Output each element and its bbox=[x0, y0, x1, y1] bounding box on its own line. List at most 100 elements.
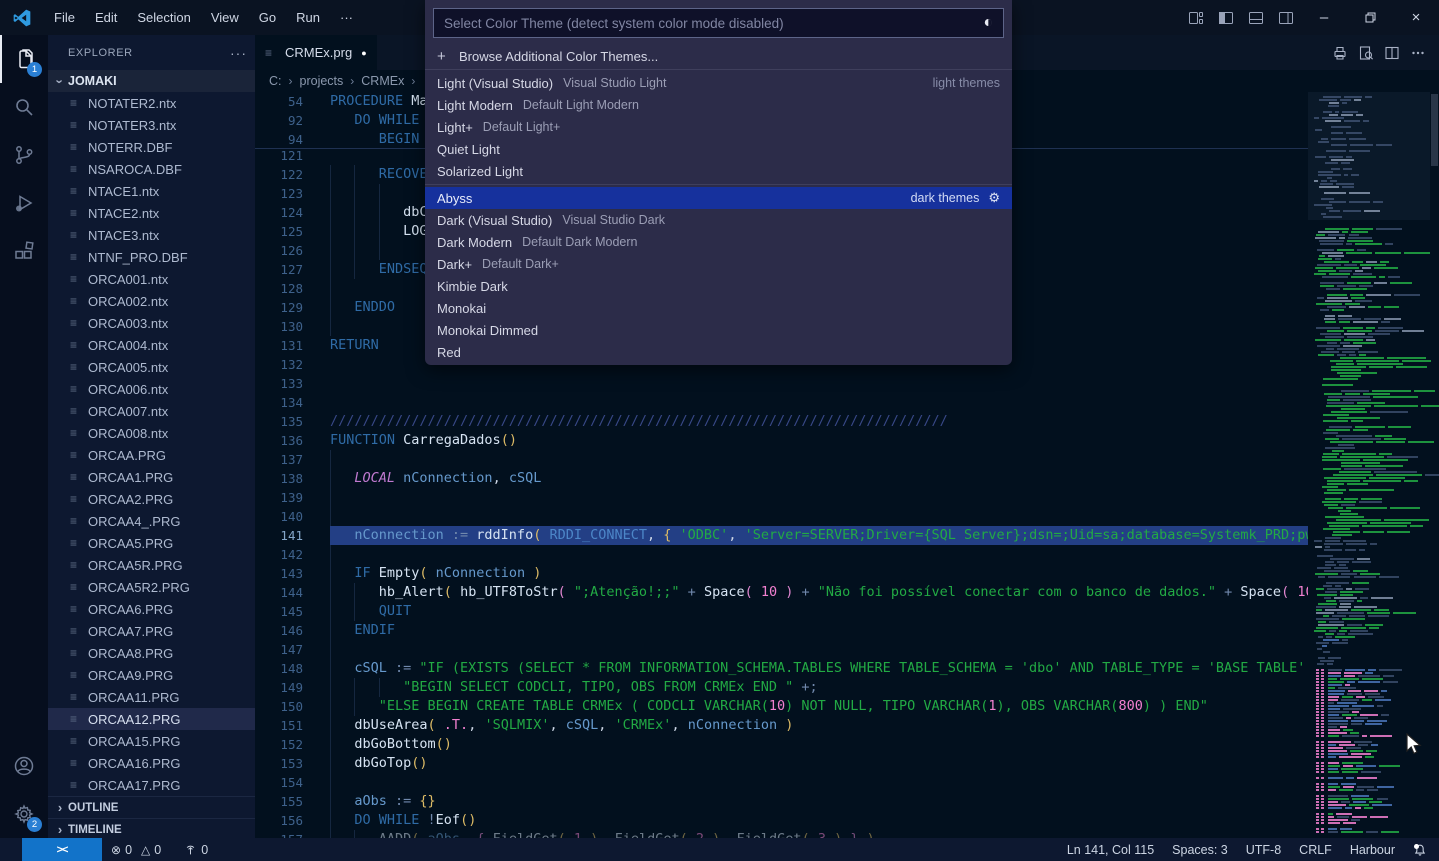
theme-item-red[interactable]: Red bbox=[425, 341, 1012, 363]
file-item-orca004.ntx[interactable]: ≡ORCA004.ntx bbox=[48, 334, 255, 356]
code-line-156[interactable]: 156DO WHILE !Eof() bbox=[255, 811, 1308, 830]
file-item-orcaa17.prg[interactable]: ≡ORCAA17.PRG bbox=[48, 774, 255, 796]
ports-indicator[interactable]: 0 bbox=[184, 843, 208, 857]
file-item-orca003.ntx[interactable]: ≡ORCA003.ntx bbox=[48, 312, 255, 334]
customize-layout-icon[interactable] bbox=[1181, 5, 1211, 31]
file-item-noterr.dbf[interactable]: ≡NOTERR.DBF bbox=[48, 136, 255, 158]
activitybar-search[interactable] bbox=[0, 83, 48, 131]
menu-view[interactable]: View bbox=[201, 0, 249, 35]
code-line-155[interactable]: 155aObs := {} bbox=[255, 792, 1308, 811]
cursor-position[interactable]: Ln 141, Col 115 bbox=[1067, 843, 1154, 857]
file-item-orca001.ntx[interactable]: ≡ORCA001.ntx bbox=[48, 268, 255, 290]
theme-item-monokai-dimmed[interactable]: Monokai Dimmed bbox=[425, 319, 1012, 341]
notifications-bell[interactable] bbox=[1413, 843, 1427, 857]
file-item-nsaroca.dbf[interactable]: ≡NSAROCA.DBF bbox=[48, 158, 255, 180]
editor-scrollbar[interactable] bbox=[1430, 92, 1439, 838]
file-item-orcaa9.prg[interactable]: ≡ORCAA9.PRG bbox=[48, 664, 255, 686]
theme-item-light-modern[interactable]: Light ModernDefault Light Modern bbox=[425, 94, 1012, 116]
toggle-sidebar-icon[interactable] bbox=[1211, 5, 1241, 31]
toggle-secondary-sidebar-icon[interactable] bbox=[1271, 5, 1301, 31]
minimize-button[interactable]: – bbox=[1301, 0, 1347, 35]
file-item-ntace3.ntx[interactable]: ≡NTACE3.ntx bbox=[48, 224, 255, 246]
code-line-143[interactable]: 143IF Empty( nConnection ) bbox=[255, 564, 1308, 583]
search-editor-icon[interactable] bbox=[1353, 40, 1379, 66]
file-item-orca008.ntx[interactable]: ≡ORCA008.ntx bbox=[48, 422, 255, 444]
file-item-orcaa.prg[interactable]: ≡ORCAA.PRG bbox=[48, 444, 255, 466]
activitybar-explorer[interactable]: 1 bbox=[0, 35, 48, 83]
file-item-orcaa5r.prg[interactable]: ≡ORCAA5R.PRG bbox=[48, 554, 255, 576]
theme-item-solarized-dark[interactable]: Solarized Dark bbox=[425, 363, 1012, 365]
code-line-145[interactable]: 145QUIT bbox=[255, 602, 1308, 621]
encoding[interactable]: UTF-8 bbox=[1246, 843, 1281, 857]
theme-item-abyss[interactable]: Abyssdark themes⚙ bbox=[425, 187, 1012, 209]
file-item-notater3.ntx[interactable]: ≡NOTATER3.ntx bbox=[48, 114, 255, 136]
modified-dot-icon[interactable]: ● bbox=[361, 48, 366, 58]
language-mode[interactable]: Harbour bbox=[1350, 843, 1395, 857]
file-item-ntace2.ntx[interactable]: ≡NTACE2.ntx bbox=[48, 202, 255, 224]
file-item-orcaa2.prg[interactable]: ≡ORCAA2.PRG bbox=[48, 488, 255, 510]
file-item-ntace1.ntx[interactable]: ≡NTACE1.ntx bbox=[48, 180, 255, 202]
file-item-notater2.ntx[interactable]: ≡NOTATER2.ntx bbox=[48, 92, 255, 114]
print-icon[interactable] bbox=[1327, 40, 1353, 66]
theme-item-monokai[interactable]: Monokai bbox=[425, 297, 1012, 319]
file-item-orcaa1.prg[interactable]: ≡ORCAA1.PRG bbox=[48, 466, 255, 488]
menu-go[interactable]: Go bbox=[249, 0, 286, 35]
file-item-orcaa11.prg[interactable]: ≡ORCAA11.PRG bbox=[48, 686, 255, 708]
crumb-2[interactable]: CRMEx bbox=[361, 74, 404, 88]
theme-item-solarized-light[interactable]: Solarized Light bbox=[425, 160, 1012, 182]
code-line-142[interactable]: 142 bbox=[255, 545, 1308, 564]
more-actions-icon[interactable] bbox=[1405, 40, 1431, 66]
eol[interactable]: CRLF bbox=[1299, 843, 1332, 857]
code-line-134[interactable]: 134 bbox=[255, 393, 1308, 412]
file-item-orcaa16.prg[interactable]: ≡ORCAA16.PRG bbox=[48, 752, 255, 774]
split-editor-icon[interactable] bbox=[1379, 40, 1405, 66]
activitybar-run-debug[interactable] bbox=[0, 179, 48, 227]
activitybar-source-control[interactable] bbox=[0, 131, 48, 179]
restore-button[interactable] bbox=[1347, 0, 1393, 35]
code-line-135[interactable]: 135/////////////////////////////////////… bbox=[255, 412, 1308, 431]
section-timeline[interactable]: ›TIMELINE bbox=[48, 818, 255, 838]
theme-item-dark-modern[interactable]: Dark ModernDefault Dark Modern bbox=[425, 231, 1012, 253]
section-outline[interactable]: ›OUTLINE bbox=[48, 796, 255, 818]
menu-file[interactable]: File bbox=[44, 0, 85, 35]
browse-additional-themes[interactable]: + Browse Additional Color Themes... bbox=[425, 45, 1012, 67]
toggle-panel-icon[interactable] bbox=[1241, 5, 1271, 31]
activitybar-extensions[interactable] bbox=[0, 227, 48, 275]
problems-indicator[interactable]: ⊗ 0 △ 0 bbox=[111, 843, 161, 857]
tab-crmex[interactable]: ≡ CRMEx.prg ● bbox=[255, 35, 377, 70]
code-line-149[interactable]: 149"BEGIN SELECT CODCLI, TIPO, OBS FROM … bbox=[255, 678, 1308, 697]
close-button[interactable]: × bbox=[1393, 0, 1439, 35]
file-item-orca002.ntx[interactable]: ≡ORCA002.ntx bbox=[48, 290, 255, 312]
code-line-147[interactable]: 147 bbox=[255, 640, 1308, 659]
menu-run[interactable]: Run bbox=[286, 0, 330, 35]
code-line-137[interactable]: 137 bbox=[255, 450, 1308, 469]
theme-item-dark-visual-studio-[interactable]: Dark (Visual Studio)Visual Studio Dark bbox=[425, 209, 1012, 231]
menu-selection[interactable]: Selection bbox=[127, 0, 200, 35]
configure-gear-icon[interactable]: ⚙ bbox=[988, 190, 1000, 206]
code-line-153[interactable]: 153dbGoTop() bbox=[255, 754, 1308, 773]
file-item-orca006.ntx[interactable]: ≡ORCA006.ntx bbox=[48, 378, 255, 400]
minimap[interactable] bbox=[1308, 92, 1430, 838]
file-item-orcaa5r2.prg[interactable]: ≡ORCAA5R2.PRG bbox=[48, 576, 255, 598]
code-line-157[interactable]: 157AADD( aObs, { FieldGet( 1 ), FieldGet… bbox=[255, 830, 1308, 838]
code-line-133[interactable]: 133 bbox=[255, 374, 1308, 393]
activitybar-accounts[interactable] bbox=[0, 742, 48, 790]
crumb-0[interactable]: C: bbox=[269, 74, 282, 88]
code-line-136[interactable]: 136FUNCTION CarregaDados() bbox=[255, 431, 1308, 450]
remote-indicator[interactable]: >< bbox=[22, 838, 102, 861]
code-line-141[interactable]: 141nConnection := rddInfo( RDDI_CONNECT,… bbox=[255, 526, 1308, 545]
code-line-138[interactable]: 138LOCAL nConnection, cSQL bbox=[255, 469, 1308, 488]
code-line-139[interactable]: 139 bbox=[255, 488, 1308, 507]
file-item-orca005.ntx[interactable]: ≡ORCA005.ntx bbox=[48, 356, 255, 378]
theme-item-light-[interactable]: Light+Default Light+ bbox=[425, 116, 1012, 138]
theme-item-quiet-light[interactable]: Quiet Light bbox=[425, 138, 1012, 160]
crumb-1[interactable]: projects bbox=[300, 74, 344, 88]
file-item-orca007.ntx[interactable]: ≡ORCA007.ntx bbox=[48, 400, 255, 422]
scrollbar-thumb[interactable] bbox=[1431, 94, 1438, 166]
menu-overflow[interactable]: ··· bbox=[330, 0, 363, 35]
indentation[interactable]: Spaces: 3 bbox=[1172, 843, 1228, 857]
theme-item-kimbie-dark[interactable]: Kimbie Dark bbox=[425, 275, 1012, 297]
explorer-more-actions-icon[interactable]: ··· bbox=[230, 45, 247, 61]
code-line-144[interactable]: 144hb_Alert( hb_UTF8ToStr( ";Atenção!;;"… bbox=[255, 583, 1308, 602]
file-item-ntnf_pro.dbf[interactable]: ≡NTNF_PRO.DBF bbox=[48, 246, 255, 268]
